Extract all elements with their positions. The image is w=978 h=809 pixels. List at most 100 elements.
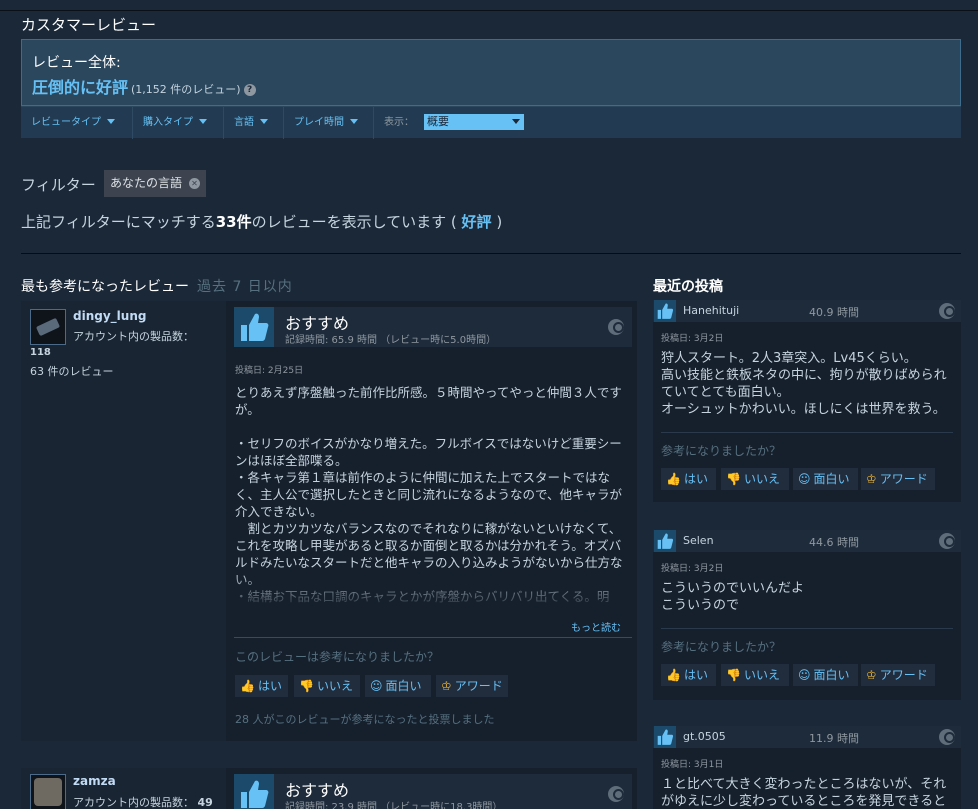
vote-yes-button[interactable]: 👍 はい	[235, 675, 288, 697]
thumbs-up-icon	[234, 307, 274, 347]
recent-username[interactable]: Selen	[683, 534, 714, 547]
display-select[interactable]: 概要	[424, 114, 524, 130]
award-button[interactable]: ♔ アワード	[861, 664, 935, 686]
filter-chip-label: あなたの言語	[110, 176, 183, 190]
filter-chip-language[interactable]: あなたの言語 ✕	[104, 170, 206, 197]
recent-hours: 44.6 時間	[809, 536, 859, 549]
helpful-question: このレビューは参考になりましたか？	[235, 650, 440, 664]
filter-label: フィルター	[21, 176, 96, 194]
review-hours: 記録時間: 65.9 時間 （レビュー時に5.0時間）	[285, 335, 497, 346]
review-username[interactable]: dingy_lung	[73, 309, 146, 323]
recent-username[interactable]: gt.0505	[683, 730, 726, 743]
thumbs-up-icon	[654, 530, 676, 552]
helpful-section-title: 最も参考になったレビュー 過去 7 日以内	[21, 279, 293, 295]
recent-review-header[interactable]: gt.0505 11.9 時間	[653, 726, 961, 748]
thumbs-up-icon	[234, 774, 274, 809]
recent-posted-date: 投稿日: 3月1日	[661, 760, 724, 770]
avatar[interactable]	[30, 309, 66, 345]
recent-review-card: Selen 44.6 時間 投稿日: 3月2日 こういうのでいいんだよ こういう…	[653, 530, 961, 700]
recent-review-header[interactable]: Hanehituji 40.9 時間	[653, 300, 961, 322]
review-products-label: アカウント内の製品数： 49	[73, 796, 213, 809]
recent-posted-date: 投稿日: 3月2日	[661, 564, 724, 574]
steam-icon	[608, 319, 624, 335]
award-icon: ♔	[441, 679, 452, 693]
recent-hours: 11.9 時間	[809, 732, 859, 745]
review-products-count[interactable]: 118	[30, 347, 51, 358]
summary-label: レビュー全体:	[32, 55, 121, 71]
vote-no-button[interactable]: 👎 いいえ	[721, 468, 789, 490]
top-separator	[0, 10, 978, 11]
review-products-label: アカウント内の製品数：	[73, 330, 194, 343]
thumbs-up-icon: 👍	[240, 679, 255, 693]
review-summary-box: レビュー全体: 圧倒的に好評 (1,152 件のレビュー)?	[21, 39, 961, 106]
display-label: 表示：	[373, 107, 414, 139]
thumbs-up-icon	[654, 726, 676, 748]
thumbs-down-icon: 👎	[299, 679, 314, 693]
recent-hours: 40.9 時間	[809, 306, 859, 319]
thumbs-up-icon: 👍	[666, 668, 681, 682]
recent-review-card: gt.0505 11.9 時間 投稿日: 3月1日 １と比べて大きく変わったとこ…	[653, 726, 961, 809]
avatar[interactable]	[30, 774, 66, 809]
review-card: zamza アカウント内の製品数： 49 おすすめ 記録時間: 23.9 時間 …	[21, 768, 637, 809]
recommendation-header[interactable]: おすすめ 記録時間: 65.9 時間 （レビュー時に5.0時間）	[234, 307, 632, 347]
recent-body: 狩人スタート。2人3章突入。Lv45くらい。 高い技能と鉄板ネタの中に、拘りが散…	[661, 351, 947, 417]
filter-language[interactable]: 言語	[223, 107, 280, 139]
filter-playtime[interactable]: プレイ時間	[283, 107, 373, 139]
vote-yes-button[interactable]: 👍 はい	[661, 468, 716, 490]
vote-funny-button[interactable]: ☺ 面白い	[793, 664, 858, 686]
read-more-link[interactable]: もっと読む	[571, 619, 621, 634]
vote-no-button[interactable]: 👎 いいえ	[721, 664, 789, 686]
recent-posted-date: 投稿日: 3月2日	[661, 334, 724, 344]
recent-divider	[661, 628, 953, 629]
review-card: dingy_lung アカウント内の製品数： 118 63 件のレビュー おすす…	[21, 301, 637, 741]
award-button[interactable]: ♔ アワード	[861, 468, 935, 490]
smile-icon: ☺	[798, 668, 811, 682]
recent-review-header[interactable]: Selen 44.6 時間	[653, 530, 961, 552]
recent-body: こういうのでいいんだよ こういうので	[661, 581, 805, 613]
vote-funny-button[interactable]: ☺ 面白い	[365, 675, 431, 697]
chevron-down-icon	[350, 119, 358, 124]
helpful-question: 参考になりましたか？	[661, 640, 782, 654]
recommendation-header[interactable]: おすすめ 記録時間: 23.9 時間 （レビュー時に18.3時間）	[234, 774, 632, 809]
thumbs-down-icon: 👎	[726, 668, 741, 682]
section-title: カスタマーレビュー	[21, 16, 157, 34]
close-icon[interactable]: ✕	[189, 178, 200, 189]
chevron-down-icon	[107, 119, 115, 124]
review-username[interactable]: zamza	[73, 774, 116, 788]
filter-purchase-type[interactable]: 購入タイプ	[132, 107, 222, 139]
chevron-down-icon	[199, 119, 207, 124]
award-icon: ♔	[866, 472, 877, 486]
summary-rating[interactable]: 圧倒的に好評 (1,152 件のレビュー)?	[32, 74, 256, 98]
filter-review-type[interactable]: レビュータイプ	[21, 107, 131, 139]
filter-bar: レビュータイプ 購入タイプ 言語 プレイ時間 表示： 概要	[21, 106, 961, 139]
thumbs-up-icon: 👍	[666, 472, 681, 486]
award-button[interactable]: ♔ アワード	[436, 675, 508, 697]
steam-icon	[939, 533, 955, 549]
chevron-down-icon	[512, 119, 520, 124]
thumbs-down-icon: 👎	[726, 472, 741, 486]
match-rating[interactable]: 好評	[462, 213, 492, 231]
steam-icon	[939, 729, 955, 745]
review-hours: 記録時間: 23.9 時間 （レビュー時に18.3時間）	[285, 802, 503, 809]
smile-icon: ☺	[798, 472, 811, 486]
helpful-period: 過去 7 日以内	[197, 279, 293, 295]
vote-stat: 28 人がこのレビューが参考になったと投票しました	[235, 713, 495, 726]
summary-rating-text: 圧倒的に好評	[32, 78, 129, 97]
recent-review-card: Hanehituji 40.9 時間 投稿日: 3月2日 狩人スタート。2人3章…	[653, 300, 961, 502]
review-reviews-count[interactable]: 63 件のレビュー	[30, 363, 114, 379]
recent-section-title: 最近の投稿	[653, 279, 723, 295]
review-fade	[235, 571, 628, 611]
award-icon: ♔	[866, 668, 877, 682]
match-summary: 上記フィルターにマッチする33件のレビューを表示しています ( 好評 )	[21, 213, 503, 231]
chevron-down-icon	[260, 119, 268, 124]
vote-yes-button[interactable]: 👍 はい	[661, 664, 716, 686]
smile-icon: ☺	[370, 679, 383, 693]
thumbs-up-icon	[654, 300, 676, 322]
help-icon[interactable]: ?	[243, 84, 256, 96]
recent-username[interactable]: Hanehituji	[683, 304, 739, 317]
review-divider	[234, 637, 632, 638]
vote-no-button[interactable]: 👎 いいえ	[294, 675, 360, 697]
summary-count: (1,152 件のレビュー)	[131, 83, 241, 96]
review-posted-date: 投稿日: 2月25日	[235, 366, 304, 376]
vote-funny-button[interactable]: ☺ 面白い	[793, 468, 858, 490]
